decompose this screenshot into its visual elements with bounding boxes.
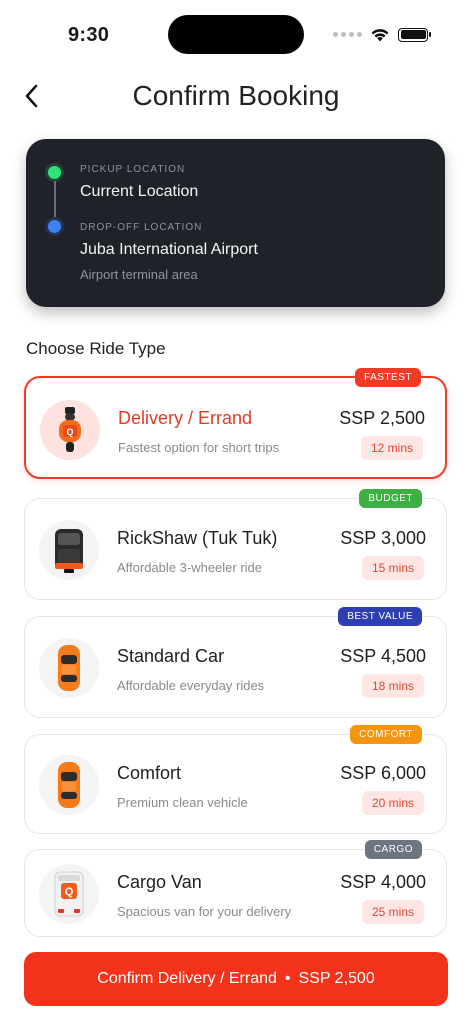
ride-tag-badge: COMFORT	[350, 725, 422, 744]
cellular-signal-icon	[333, 32, 362, 37]
ride-name: Comfort	[117, 763, 182, 783]
ride-option-card[interactable]: Q Delivery / Errand Fastest option for s…	[24, 368, 447, 479]
ride-price: SSP 4,000	[340, 872, 426, 892]
cargo-van-icon: Q	[39, 864, 99, 924]
comfort-car-icon	[39, 755, 99, 815]
ride-price: SSP 4,500	[340, 646, 426, 666]
ride-option-card[interactable]: Comfort Premium clean vehicle SSP 6,000 …	[24, 725, 447, 834]
ride-tag-badge: BEST VALUE	[338, 607, 422, 626]
ride-price: SSP 2,500	[339, 407, 425, 428]
section-title: Choose Ride Type	[26, 339, 166, 358]
confirm-booking-button[interactable]: Confirm Delivery / Errand • SSP 2,500	[24, 952, 448, 1006]
ride-option-card[interactable]: Standard Car Affordable everyday rides S…	[24, 607, 447, 718]
status-time: 9:30	[68, 24, 110, 46]
delivery-scooter-icon: Q	[40, 399, 100, 460]
dynamic-island	[168, 15, 304, 54]
dropoff-location[interactable]: Juba International Airport	[80, 241, 258, 259]
ride-tag-badge: FASTEST	[355, 368, 421, 387]
ride-eta-badge: 20 mins	[361, 791, 424, 815]
pickup-location[interactable]: Current Location	[80, 183, 198, 201]
header: Confirm Booking	[0, 70, 472, 126]
ride-option-card[interactable]: Q Cargo Van Spacious van for your delive…	[24, 840, 447, 937]
car-icon	[39, 638, 99, 698]
ride-eta-badge: 18 mins	[361, 674, 424, 698]
page-title: Confirm Booking	[132, 80, 340, 111]
ride-name: RickShaw (Tuk Tuk)	[117, 528, 278, 548]
ride-name: Delivery / Errand	[118, 407, 253, 428]
svg-text:Q: Q	[66, 427, 73, 437]
ride-eta-badge: 12 mins	[360, 435, 423, 460]
pickup-label: PICKUP LOCATION	[80, 164, 186, 175]
dropoff-label: DROP-OFF LOCATION	[80, 222, 203, 233]
confirm-ride-label: Confirm Delivery / Errand	[97, 970, 277, 987]
tuk-tuk-icon	[39, 520, 99, 580]
svg-text:Q: Q	[65, 886, 74, 898]
ride-price: SSP 6,000	[340, 763, 426, 783]
ride-description: Affordable everyday rides	[117, 678, 265, 693]
pickup-dot-icon	[48, 166, 61, 179]
ride-name: Cargo Van	[117, 872, 202, 892]
ride-tag-badge: BUDGET	[359, 489, 422, 508]
ride-eta-badge: 15 mins	[361, 556, 424, 580]
route-connector	[53, 181, 56, 217]
dropoff-sublabel: Airport terminal area	[80, 267, 198, 282]
ride-price: SSP 3,000	[340, 528, 426, 548]
status-icons	[333, 27, 431, 42]
ride-eta-badge: 25 mins	[361, 900, 424, 924]
confirm-price: SSP 2,500	[298, 970, 375, 987]
ride-option-card[interactable]: RickShaw (Tuk Tuk) Affordable 3-wheeler …	[24, 489, 447, 600]
wifi-icon	[371, 29, 389, 42]
ride-description: Spacious van for your delivery	[117, 904, 292, 919]
confirm-separator: •	[284, 970, 291, 987]
dropoff-dot-icon	[48, 220, 61, 233]
battery-icon	[398, 27, 431, 42]
ride-description: Premium clean vehicle	[117, 795, 248, 810]
ride-description: Affordable 3-wheeler ride	[117, 560, 263, 575]
status-bar: 9:30	[0, 0, 472, 70]
ride-name: Standard Car	[117, 646, 225, 666]
ride-description: Fastest option for short trips	[118, 439, 280, 455]
ride-tag-badge: CARGO	[364, 840, 422, 859]
